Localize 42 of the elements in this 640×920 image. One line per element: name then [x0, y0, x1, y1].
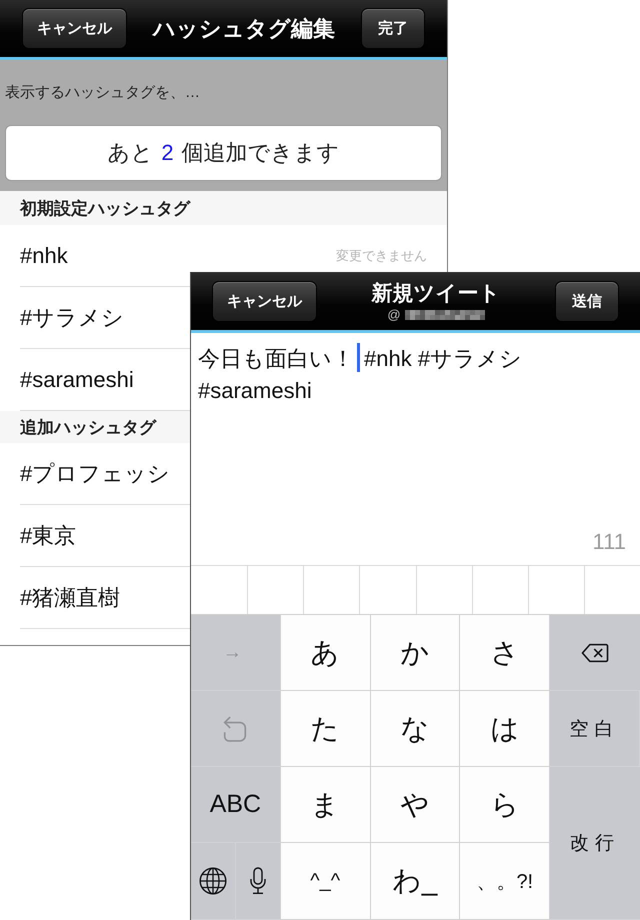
- text-cursor-icon: [357, 343, 360, 372]
- keyboard-key[interactable]: や: [370, 767, 460, 843]
- hashtag-item[interactable]: #sarameshi: [20, 366, 134, 392]
- keyboard-key[interactable]: な: [370, 691, 460, 767]
- microphone-icon: [250, 867, 266, 895]
- hashtag-item[interactable]: #プロフェッシ: [20, 458, 170, 488]
- unchangeable-note: 変更できません: [336, 246, 427, 264]
- keyboard-key[interactable]: あ: [280, 615, 371, 691]
- hashtag-item[interactable]: #サラメシ: [20, 302, 124, 332]
- section-header: 初期設定ハッシュタグ: [0, 191, 447, 225]
- keyboard-key[interactable]: ABC: [191, 767, 281, 843]
- cancel-button[interactable]: キャンセル: [212, 281, 317, 322]
- screen-title: 新規ツイート: [372, 281, 500, 307]
- keyboard-key[interactable]: ら: [460, 767, 550, 843]
- keyboard-key[interactable]: は: [460, 691, 550, 767]
- cancel-button[interactable]: キャンセル: [22, 8, 127, 49]
- undo-icon: [222, 716, 248, 742]
- keyboard-key[interactable]: ま: [280, 767, 371, 843]
- globe-icon: [198, 867, 227, 895]
- keyboard-key[interactable]: 空白: [550, 691, 640, 767]
- remaining-count-notice: あと 2 個追加できます: [5, 125, 442, 181]
- keyboard-key[interactable]: た: [280, 691, 371, 767]
- globe-key[interactable]: [191, 843, 236, 920]
- hashtag-item[interactable]: #東京: [20, 520, 76, 550]
- remaining-character-count: 111: [592, 529, 626, 555]
- keyboard-key[interactable]: か: [370, 615, 460, 691]
- pixel-mosaic-icon: [404, 310, 485, 320]
- keyboard-key[interactable]: わ_: [370, 843, 460, 920]
- delete-icon: [581, 642, 610, 662]
- hashtag-item[interactable]: #猪瀬直樹: [20, 582, 120, 612]
- delete-key[interactable]: [550, 615, 640, 691]
- account-handle: @: [387, 308, 401, 322]
- send-button[interactable]: 送信: [555, 281, 619, 322]
- description-text: 表示するハッシュタグを、…: [5, 83, 201, 103]
- keyboard-key[interactable]: ^_^: [280, 843, 371, 920]
- done-button[interactable]: 完了: [361, 8, 425, 49]
- return-key[interactable]: 改行: [550, 767, 640, 920]
- keyboard-key[interactable]: 、。?!: [460, 843, 550, 920]
- microphone-key[interactable]: [236, 843, 281, 920]
- keyboard-key[interactable]: さ: [460, 615, 550, 691]
- hashtag-item[interactable]: #nhk: [20, 242, 68, 268]
- screen-title: ハッシュタグ編集: [153, 14, 335, 42]
